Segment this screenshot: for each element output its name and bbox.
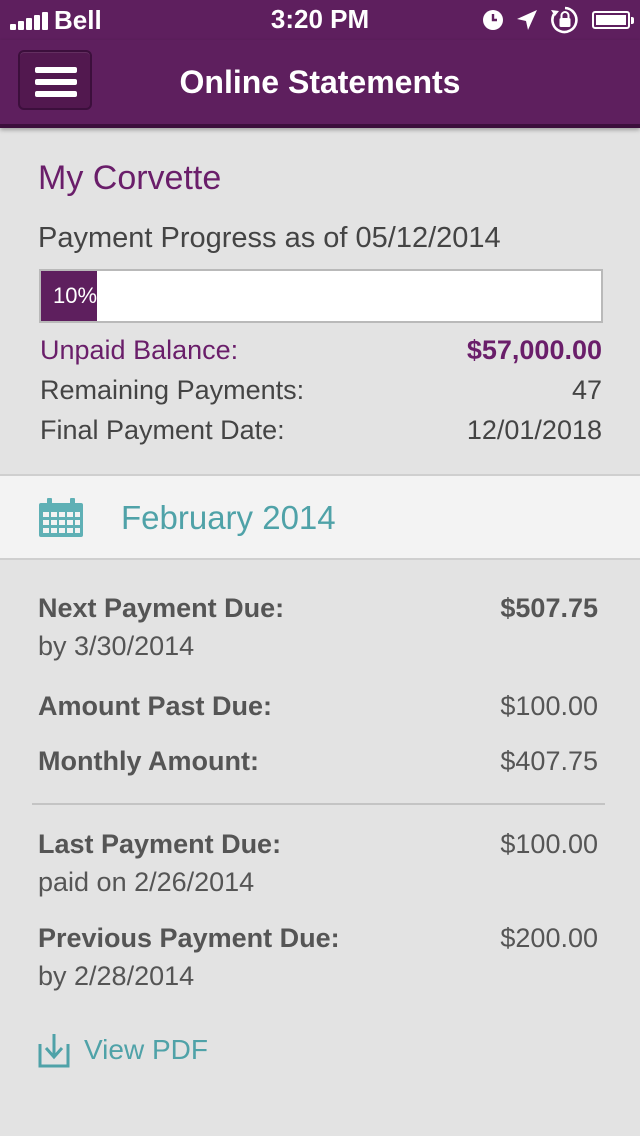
monthly-amount-label: Monthly Amount: <box>38 746 259 776</box>
account-name: My Corvette <box>38 159 222 197</box>
status-bar: Bell 3:20 PM <box>0 0 640 40</box>
unpaid-balance-label: Unpaid Balance: <box>40 335 239 365</box>
download-icon <box>38 1034 70 1068</box>
remaining-payments-label: Remaining Payments: <box>40 375 305 405</box>
final-payment-label: Final Payment Date: <box>40 415 285 445</box>
progress-percent-text: 10% <box>53 283 98 308</box>
statement-details: Next Payment Due: $507.75 by 3/30/2014 A… <box>0 560 640 1136</box>
next-payment-date: by 3/30/2014 <box>38 631 195 661</box>
previous-payment-value: $200.00 <box>500 923 598 953</box>
account-summary: My Corvette Payment Progress as of 05/12… <box>0 128 640 474</box>
last-payment-value: $100.00 <box>500 829 598 859</box>
view-pdf-label: View PDF <box>84 1034 208 1065</box>
battery-icon <box>592 11 634 29</box>
next-payment-value: $507.75 <box>500 593 598 623</box>
final-payment-row: Final Payment Date: 12/01/2018 <box>40 412 602 448</box>
rotation-lock-icon <box>551 6 578 34</box>
progress-label: Payment Progress as of 05/12/2014 <box>38 222 501 254</box>
final-payment-value: 12/01/2018 <box>466 415 602 445</box>
page-title: Online Statements <box>179 64 461 100</box>
amount-past-due-value: $100.00 <box>500 691 598 721</box>
month-title: February 2014 <box>121 499 336 536</box>
month-header[interactable]: February 2014 <box>0 474 640 560</box>
amount-past-due-label: Amount Past Due: <box>38 691 273 721</box>
previous-payment-label: Previous Payment Due: <box>38 923 340 953</box>
next-payment-label: Next Payment Due: <box>38 593 285 623</box>
previous-payment-date: by 2/28/2014 <box>38 961 195 991</box>
unpaid-balance-row: Unpaid Balance: $57,000.00 <box>40 332 602 368</box>
last-payment-label: Last Payment Due: <box>38 829 282 859</box>
divider <box>32 803 605 805</box>
status-right <box>482 6 634 34</box>
unpaid-balance-value: $57,000.00 <box>466 335 602 365</box>
payment-progress-bar: 10% <box>39 269 603 323</box>
last-payment-date: paid on 2/26/2014 <box>38 867 255 897</box>
nav-bar: Online Statements <box>0 40 640 128</box>
clock-icon <box>483 10 503 30</box>
remaining-payments-row: Remaining Payments: 47 <box>40 372 602 408</box>
app-screen: Bell 3:20 PM Online Statements My Corvet… <box>0 0 640 1136</box>
remaining-payments-value: 47 <box>571 375 602 405</box>
view-pdf-link[interactable]: View PDF <box>38 1030 208 1070</box>
monthly-amount-value: $407.75 <box>500 746 598 776</box>
location-arrow-icon <box>517 10 537 30</box>
calendar-icon <box>39 498 83 537</box>
